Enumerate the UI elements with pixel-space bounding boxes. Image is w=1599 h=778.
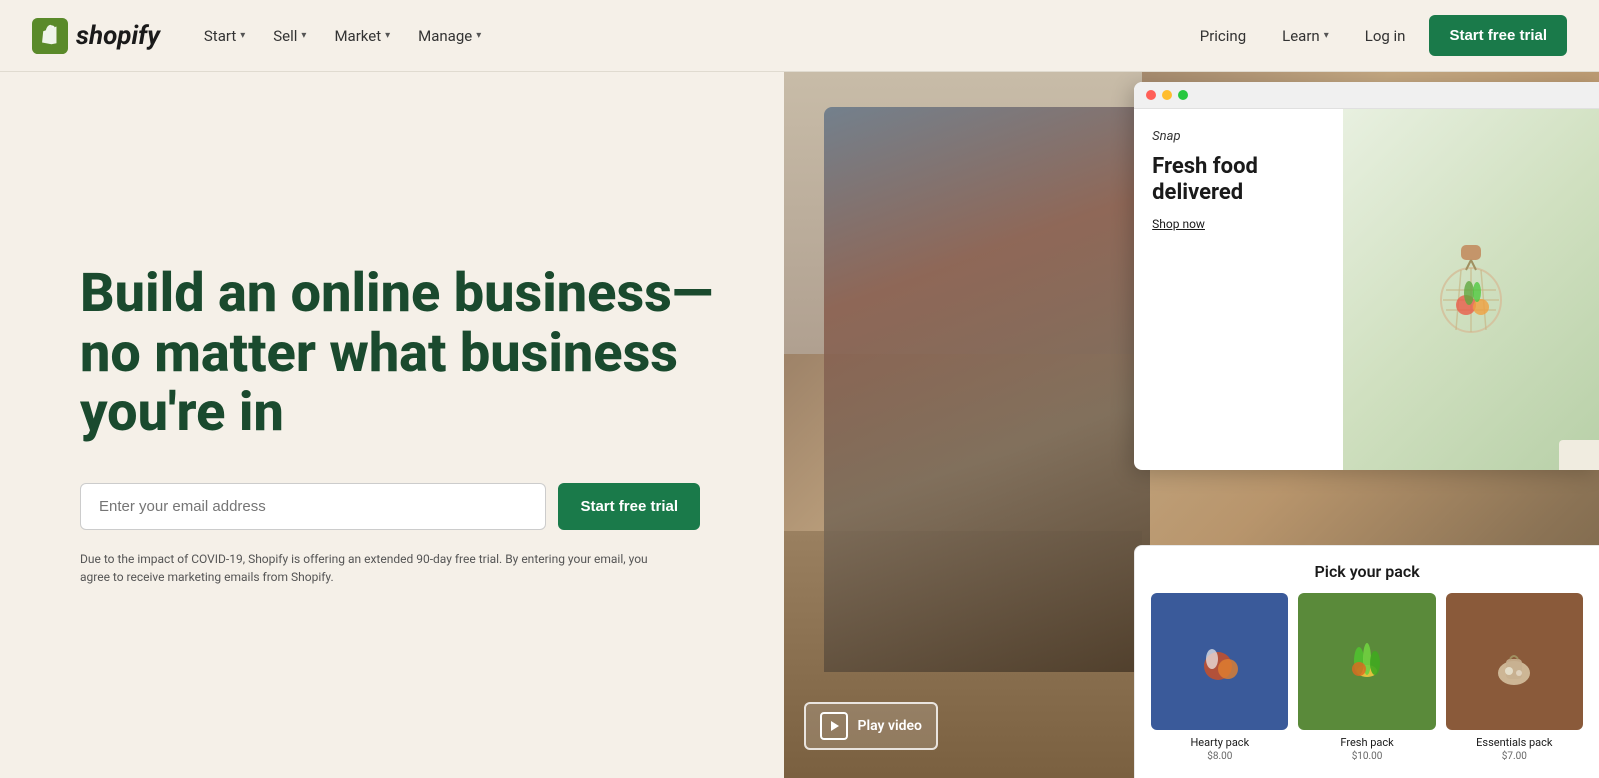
product-price-2: $7.00 xyxy=(1502,751,1527,762)
nav-start-trial-button[interactable]: Start free trial xyxy=(1429,15,1567,56)
product-grid-title: Pick your pack xyxy=(1151,562,1583,581)
nav-learn[interactable]: Learn ▾ xyxy=(1270,19,1341,53)
chrome-dot-yellow xyxy=(1162,90,1172,100)
hero-form: Start free trial xyxy=(80,483,700,530)
nav-start[interactable]: Start ▾ xyxy=(192,19,257,53)
window-chrome xyxy=(1134,82,1599,109)
learn-chevron-icon: ▾ xyxy=(1324,30,1329,41)
hero-left: Build an online business—no matter what … xyxy=(0,72,784,778)
store-shop-now-link[interactable]: Shop now xyxy=(1152,217,1325,231)
product-image-2 xyxy=(1446,593,1583,730)
store-headline: Fresh food delivered xyxy=(1152,154,1325,207)
play-icon xyxy=(820,712,848,740)
logo-wordmark: shopify xyxy=(76,21,160,51)
logo[interactable]: shopify xyxy=(32,18,160,54)
email-input[interactable] xyxy=(80,483,546,530)
store-brand-name: Snap xyxy=(1152,129,1325,144)
nav-links-right: Pricing Learn ▾ Log in Start free trial xyxy=(1184,15,1567,56)
main-content: Build an online business—no matter what … xyxy=(0,72,1599,778)
woman-figure xyxy=(824,107,1150,672)
nav-pricing[interactable]: Pricing xyxy=(1184,19,1262,53)
hero-right: Snap Fresh food delivered Shop now xyxy=(784,72,1599,778)
product-name-1: Fresh pack xyxy=(1340,736,1393,749)
store-content: Snap Fresh food delivered Shop now xyxy=(1134,109,1599,470)
play-video-button[interactable]: Play video xyxy=(804,702,938,750)
hearty-pack-icon xyxy=(1190,631,1250,691)
product-card-0[interactable]: Hearty pack $8.00 xyxy=(1151,593,1288,762)
product-name-0: Hearty pack xyxy=(1190,736,1249,749)
hero-start-trial-button[interactable]: Start free trial xyxy=(558,483,700,530)
grocery-bag-svg xyxy=(1431,245,1511,335)
product-cards-container: Hearty pack $8.00 Fresh pack xyxy=(1151,593,1583,762)
product-grid: Pick your pack Hearty pack $8.00 xyxy=(1134,545,1599,778)
nav-manage[interactable]: Manage ▾ xyxy=(406,19,493,53)
fresh-pack-icon xyxy=(1337,631,1397,691)
nav-sell[interactable]: Sell ▾ xyxy=(261,19,318,53)
hero-disclaimer: Due to the impact of COVID-19, Shopify i… xyxy=(80,550,680,586)
product-name-2: Essentials pack xyxy=(1476,736,1552,749)
product-price-1: $10.00 xyxy=(1352,751,1383,762)
product-price-0: $8.00 xyxy=(1207,751,1232,762)
chrome-dot-green xyxy=(1178,90,1188,100)
product-card-2[interactable]: Essentials pack $7.00 xyxy=(1446,593,1583,762)
product-image-1 xyxy=(1298,593,1435,730)
essentials-pack-icon xyxy=(1484,631,1544,691)
counter-edge xyxy=(1559,440,1599,470)
nav-links-left: Start ▾ Sell ▾ Market ▾ Manage ▾ xyxy=(192,19,1184,53)
play-triangle-icon xyxy=(828,720,840,732)
grocery-bag-visual xyxy=(1431,245,1511,335)
store-preview-card: Snap Fresh food delivered Shop now xyxy=(1134,82,1599,470)
chrome-dot-red xyxy=(1146,90,1156,100)
manage-chevron-icon: ▾ xyxy=(476,30,481,41)
product-card-1[interactable]: Fresh pack $10.00 xyxy=(1298,593,1435,762)
play-video-label: Play video xyxy=(858,718,922,734)
store-text: Snap Fresh food delivered Shop now xyxy=(1134,109,1343,470)
market-chevron-icon: ▾ xyxy=(385,30,390,41)
start-chevron-icon: ▾ xyxy=(240,30,245,41)
navbar: shopify Start ▾ Sell ▾ Market ▾ Manage ▾… xyxy=(0,0,1599,72)
store-image xyxy=(1343,109,1599,470)
nav-market[interactable]: Market ▾ xyxy=(322,19,402,53)
sell-chevron-icon: ▾ xyxy=(301,30,306,41)
hero-headline: Build an online business—no matter what … xyxy=(80,264,720,442)
product-image-0 xyxy=(1151,593,1288,730)
shopify-logo-icon xyxy=(32,18,68,54)
nav-login[interactable]: Log in xyxy=(1349,19,1422,53)
